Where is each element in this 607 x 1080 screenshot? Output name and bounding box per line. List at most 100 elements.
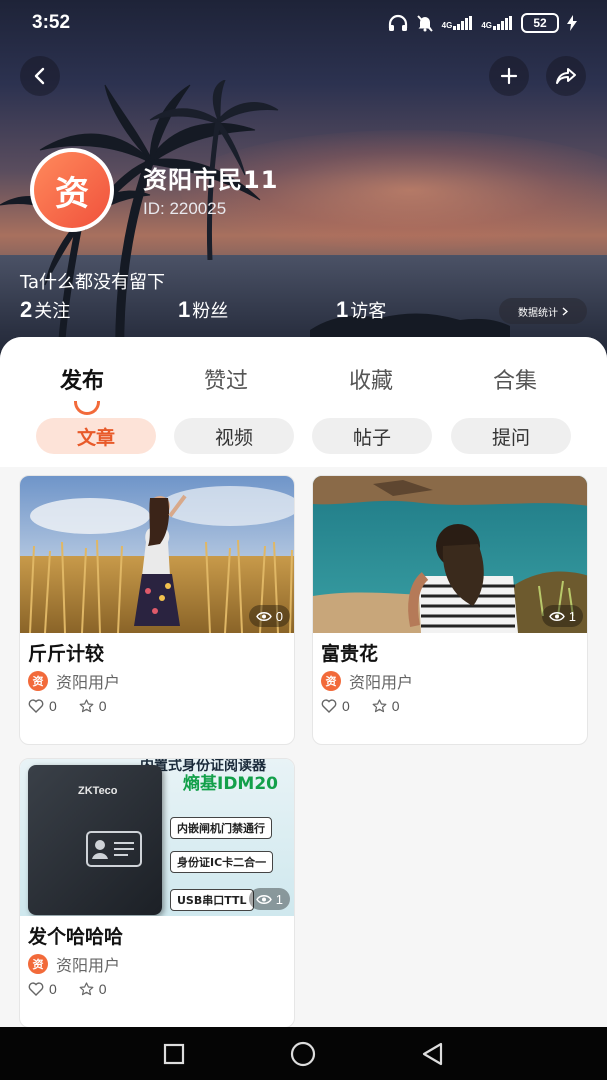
author-avatar: 资 — [321, 671, 341, 691]
heart-icon — [28, 699, 44, 713]
article-card[interactable]: 0 斤斤计较 资 资阳用户 0 0 — [19, 475, 295, 745]
system-navigation-bar — [0, 1027, 607, 1080]
article-title: 发个哈哈哈 — [28, 926, 124, 948]
tab-published[interactable]: 发布 — [60, 363, 104, 395]
content-sheet: 发布 赞过 收藏 合集 文章 视频 帖子 提问 0 斤斤计较 资 资阳用户 0 … — [0, 337, 607, 1027]
article-title: 富贵花 — [321, 643, 379, 665]
filter-chip-posts[interactable]: 帖子 — [312, 418, 432, 454]
id-card-icon — [86, 831, 142, 867]
view-count: 0 — [275, 608, 283, 624]
stat-following[interactable]: 2 关注 — [20, 297, 70, 323]
author-name: 资阳用户 — [56, 673, 121, 692]
heart-icon — [28, 982, 44, 996]
like-count: 0 — [342, 698, 350, 714]
tab-collections[interactable]: 合集 — [493, 363, 537, 395]
article-card[interactable]: 1 富贵花 资 资阳用户 0 0 — [312, 475, 588, 745]
eye-icon — [255, 611, 272, 621]
status-time: 3:52 — [32, 12, 71, 33]
signal-bars-icon — [453, 16, 473, 30]
filter-chip-videos[interactable]: 视频 — [174, 418, 294, 454]
circle-icon — [290, 1041, 316, 1067]
stat-followers-label: 粉丝 — [192, 301, 229, 322]
star-icon — [372, 699, 387, 713]
favorite-count: 0 — [391, 698, 400, 714]
favorite-metric[interactable]: 0 — [79, 981, 107, 997]
mute-bell-icon — [416, 15, 433, 32]
avatar-ring: 资 — [30, 148, 114, 232]
tab-favorites[interactable]: 收藏 — [349, 363, 393, 395]
filter-chip-questions[interactable]: 提问 — [451, 418, 571, 454]
chevron-left-icon — [34, 67, 45, 85]
article-thumbnail: 1 — [313, 476, 587, 633]
favorite-metric[interactable]: 0 — [372, 698, 400, 714]
author-name: 资阳用户 — [349, 673, 414, 692]
device-brand-label: ZKTeco — [78, 785, 118, 797]
profile-username: 资阳市民11 — [143, 166, 279, 194]
article-metrics: 0 0 — [28, 981, 129, 997]
eye-icon — [548, 611, 565, 621]
eye-icon — [255, 894, 272, 904]
stat-visitors[interactable]: 1 访客 — [336, 297, 386, 323]
back-button[interactable] — [20, 56, 60, 96]
user-avatar[interactable]: 资 — [20, 148, 124, 232]
view-count-badge: 1 — [541, 605, 583, 627]
headphones-icon — [388, 14, 407, 31]
favorite-metric[interactable]: 0 — [79, 698, 107, 714]
ad-feature-tag: 身份证IC卡二合一 — [170, 851, 274, 873]
card-reader-device: ZKTeco — [28, 765, 162, 915]
like-metric[interactable]: 0 — [321, 698, 350, 714]
stat-following-count: 2 — [20, 297, 33, 322]
plus-icon — [500, 67, 518, 85]
author-avatar: 资 — [28, 954, 48, 974]
ad-model-name: 熵基IDM20 — [183, 774, 279, 794]
back-nav-button[interactable] — [419, 1041, 445, 1067]
filter-chip-articles[interactable]: 文章 — [36, 418, 156, 454]
like-metric[interactable]: 0 — [28, 981, 57, 997]
view-count: 1 — [275, 891, 283, 907]
heart-icon — [321, 699, 337, 713]
stat-followers-count: 1 — [178, 297, 191, 322]
status-icons: 4G 4G 52 — [388, 13, 577, 33]
data-statistics-button[interactable]: 数据统计 — [499, 298, 587, 324]
article-title: 斤斤计较 — [28, 643, 105, 665]
article-metrics: 0 0 — [321, 698, 422, 714]
article-author: 资 资阳用户 — [28, 952, 120, 976]
chevron-right-icon — [562, 306, 568, 316]
network-type-label: 4G — [481, 21, 492, 30]
article-thumbnail: 内置式身份证阅读器 熵基IDM20 ZKTeco 内嵌闸机门禁通行 身份证IC卡… — [20, 759, 294, 916]
avatar-initial: 资 — [34, 152, 110, 228]
tab-liked[interactable]: 赞过 — [204, 363, 248, 395]
share-icon — [556, 68, 576, 84]
stat-following-label: 关注 — [34, 301, 71, 322]
star-icon — [79, 699, 94, 713]
stat-followers[interactable]: 1 粉丝 — [178, 297, 228, 323]
like-count: 0 — [49, 981, 57, 997]
profile-bio: Ta什么都没有留下 — [20, 272, 166, 293]
article-author: 资 资阳用户 — [321, 669, 413, 693]
favorite-count: 0 — [98, 981, 107, 997]
signal-bars-icon — [493, 16, 512, 30]
author-avatar: 资 — [28, 671, 48, 691]
favorite-count: 0 — [98, 698, 107, 714]
author-name: 资阳用户 — [56, 956, 121, 975]
charging-bolt-icon — [567, 15, 577, 31]
like-count: 0 — [49, 698, 57, 714]
article-metrics: 0 0 — [28, 698, 129, 714]
battery-indicator: 52 — [521, 13, 559, 33]
signal-2: 4G — [481, 16, 513, 30]
home-button[interactable] — [290, 1041, 316, 1067]
article-card[interactable]: 内置式身份证阅读器 熵基IDM20 ZKTeco 内嵌闸机门禁通行 身份证IC卡… — [19, 758, 295, 1027]
like-metric[interactable]: 0 — [28, 698, 57, 714]
data-statistics-label: 数据统计 — [518, 307, 558, 319]
view-count-badge: 0 — [248, 605, 290, 627]
recent-apps-button[interactable] — [161, 1041, 187, 1067]
network-type-label: 4G — [441, 21, 453, 30]
signal-1: 4G — [442, 16, 474, 30]
stat-visitors-count: 1 — [336, 297, 349, 322]
star-icon — [79, 982, 94, 996]
article-author: 资 资阳用户 — [28, 669, 120, 693]
view-count-badge: 1 — [248, 888, 290, 910]
share-button[interactable] — [546, 56, 586, 96]
article-thumbnail: 0 — [20, 476, 294, 633]
add-button[interactable] — [489, 56, 529, 96]
